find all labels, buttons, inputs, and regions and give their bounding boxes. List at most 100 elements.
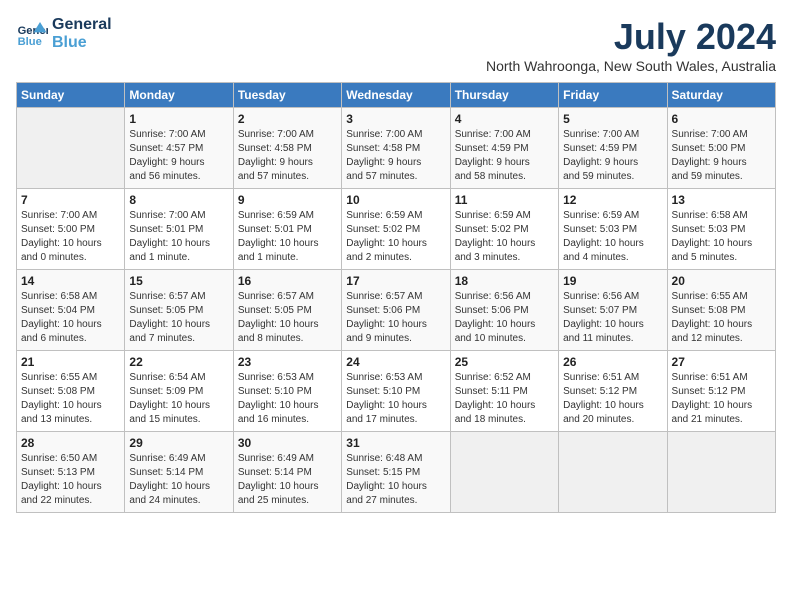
calendar-cell [559,432,667,513]
day-info: Sunrise: 6:57 AMSunset: 5:05 PMDaylight:… [238,290,337,346]
day-number: 30 [238,436,337,450]
calendar-cell: 3 Sunrise: 7:00 AMSunset: 4:58 PMDaylight… [342,108,450,189]
day-number: 10 [346,193,445,207]
day-info: Sunrise: 7:00 AMSunset: 4:58 PMDaylight:… [346,128,445,184]
calendar-cell: 6Sunrise: 7:00 AMSunset: 5:00 PMDaylight… [667,108,775,189]
day-header-monday: Monday [125,83,233,108]
day-info: Sunrise: 6:59 AMSunset: 5:01 PMDaylight:… [238,209,337,265]
day-number: 21 [21,355,120,369]
logo-icon: General Blue [16,18,48,50]
day-info: Sunrise: 7:00 AMSunset: 5:00 PMDaylight:… [21,209,120,265]
day-info: Sunrise: 6:51 AMSunset: 5:12 PMDaylight:… [672,371,771,427]
day-info: Sunrise: 7:00 AMSunset: 4:59 PMDaylight:… [563,128,662,184]
day-number: 3 [346,112,445,126]
calendar-cell: 7 Sunrise: 7:00 AMSunset: 5:00 PMDaylight… [17,189,125,270]
day-header-wednesday: Wednesday [342,83,450,108]
day-number: 18 [455,274,554,288]
calendar-cell: 4 Sunrise: 7:00 AMSunset: 4:59 PMDaylight… [450,108,558,189]
calendar-cell: 27 Sunrise: 6:51 AMSunset: 5:12 PMDayligh… [667,351,775,432]
day-info: Sunrise: 6:59 AMSunset: 5:02 PMDaylight:… [346,209,445,265]
day-info: Sunrise: 6:57 AMSunset: 5:06 PMDaylight:… [346,290,445,346]
day-info: Sunrise: 6:54 AMSunset: 5:09 PMDaylight:… [129,371,228,427]
day-info: Sunrise: 7:00 AMSunset: 4:57 PMDaylight:… [129,128,228,184]
calendar-header-row: SundayMondayTuesdayWednesdayThursdayFrid… [17,83,776,108]
calendar-week-3: 14 Sunrise: 6:58 AMSunset: 5:04 PMDayligh… [17,270,776,351]
day-number: 7 [21,193,120,207]
day-number: 1 [129,112,228,126]
day-number: 8 [129,193,228,207]
calendar-cell: 30 Sunrise: 6:49 AMSunset: 5:14 PMDayligh… [233,432,341,513]
calendar-cell [17,108,125,189]
calendar-cell: 1 Sunrise: 7:00 AMSunset: 4:57 PMDaylight… [125,108,233,189]
day-number: 27 [672,355,771,369]
day-number: 11 [455,193,554,207]
calendar-cell: 26Sunrise: 6:51 AMSunset: 5:12 PMDayligh… [559,351,667,432]
day-number: 31 [346,436,445,450]
calendar-cell: 12 Sunrise: 6:59 AMSunset: 5:03 PMDayligh… [559,189,667,270]
day-info: Sunrise: 6:49 AMSunset: 5:14 PMDaylight:… [238,452,337,508]
calendar-cell: 23 Sunrise: 6:53 AMSunset: 5:10 PMDayligh… [233,351,341,432]
day-number: 9 [238,193,337,207]
logo: General Blue General Blue [16,16,112,52]
calendar-cell: 19 Sunrise: 6:56 AMSunset: 5:07 PMDayligh… [559,270,667,351]
day-info: Sunrise: 6:50 AMSunset: 5:13 PMDaylight:… [21,452,120,508]
day-number: 22 [129,355,228,369]
calendar-week-4: 21 Sunrise: 6:55 AMSunset: 5:08 PMDayligh… [17,351,776,432]
calendar-cell: 24 Sunrise: 6:53 AMSunset: 5:10 PMDayligh… [342,351,450,432]
day-info: Sunrise: 7:00 AMSunset: 5:01 PMDaylight:… [129,209,228,265]
day-number: 15 [129,274,228,288]
day-info: Sunrise: 6:58 AMSunset: 5:03 PMDaylight:… [672,209,771,265]
day-number: 23 [238,355,337,369]
day-info: Sunrise: 6:59 AMSunset: 5:02 PMDaylight:… [455,209,554,265]
day-info: Sunrise: 6:52 AMSunset: 5:11 PMDaylight:… [455,371,554,427]
calendar-cell: 15 Sunrise: 6:57 AMSunset: 5:05 PMDayligh… [125,270,233,351]
day-info: Sunrise: 6:58 AMSunset: 5:04 PMDaylight:… [21,290,120,346]
title-area: July 2024 North Wahroonga, New South Wal… [486,16,776,74]
day-number: 5 [563,112,662,126]
day-info: Sunrise: 6:49 AMSunset: 5:14 PMDaylight:… [129,452,228,508]
calendar-week-2: 7 Sunrise: 7:00 AMSunset: 5:00 PMDaylight… [17,189,776,270]
day-header-tuesday: Tuesday [233,83,341,108]
day-number: 4 [455,112,554,126]
day-info: Sunrise: 6:56 AMSunset: 5:07 PMDaylight:… [563,290,662,346]
svg-text:Blue: Blue [18,36,42,48]
day-info: Sunrise: 6:55 AMSunset: 5:08 PMDaylight:… [672,290,771,346]
day-info: Sunrise: 6:55 AMSunset: 5:08 PMDaylight:… [21,371,120,427]
day-info: Sunrise: 6:53 AMSunset: 5:10 PMDaylight:… [346,371,445,427]
day-number: 19 [563,274,662,288]
logo-general: General [52,16,112,34]
day-number: 17 [346,274,445,288]
day-number: 24 [346,355,445,369]
calendar-body: 1 Sunrise: 7:00 AMSunset: 4:57 PMDaylight… [17,108,776,513]
calendar-cell: 29Sunrise: 6:49 AMSunset: 5:14 PMDayligh… [125,432,233,513]
day-header-saturday: Saturday [667,83,775,108]
calendar-cell: 18 Sunrise: 6:56 AMSunset: 5:06 PMDayligh… [450,270,558,351]
day-number: 2 [238,112,337,126]
day-number: 13 [672,193,771,207]
day-info: Sunrise: 6:57 AMSunset: 5:05 PMDaylight:… [129,290,228,346]
day-header-thursday: Thursday [450,83,558,108]
calendar-cell: 21 Sunrise: 6:55 AMSunset: 5:08 PMDayligh… [17,351,125,432]
calendar-week-5: 28Sunrise: 6:50 AMSunset: 5:13 PMDayligh… [17,432,776,513]
day-number: 14 [21,274,120,288]
day-number: 16 [238,274,337,288]
calendar-cell: 25 Sunrise: 6:52 AMSunset: 5:11 PMDayligh… [450,351,558,432]
day-number: 12 [563,193,662,207]
day-info: Sunrise: 7:00 AMSunset: 4:59 PMDaylight:… [455,128,554,184]
page-header: General Blue General Blue July 2024 Nort… [16,16,776,74]
day-info: Sunrise: 6:56 AMSunset: 5:06 PMDaylight:… [455,290,554,346]
day-info: Sunrise: 7:00 AMSunset: 5:00 PMDaylight:… [672,128,771,184]
calendar-cell: 2Sunrise: 7:00 AMSunset: 4:58 PMDaylight… [233,108,341,189]
day-info: Sunrise: 6:59 AMSunset: 5:03 PMDaylight:… [563,209,662,265]
day-number: 25 [455,355,554,369]
calendar-cell: 20Sunrise: 6:55 AMSunset: 5:08 PMDayligh… [667,270,775,351]
calendar-table: SundayMondayTuesdayWednesdayThursdayFrid… [16,82,776,513]
calendar-cell [450,432,558,513]
day-number: 26 [563,355,662,369]
day-info: Sunrise: 6:53 AMSunset: 5:10 PMDaylight:… [238,371,337,427]
calendar-cell: 31Sunrise: 6:48 AMSunset: 5:15 PMDayligh… [342,432,450,513]
calendar-cell: 5 Sunrise: 7:00 AMSunset: 4:59 PMDaylight… [559,108,667,189]
calendar-cell: 11 Sunrise: 6:59 AMSunset: 5:02 PMDayligh… [450,189,558,270]
calendar-cell: 8 Sunrise: 7:00 AMSunset: 5:01 PMDaylight… [125,189,233,270]
month-title: July 2024 [486,16,776,58]
